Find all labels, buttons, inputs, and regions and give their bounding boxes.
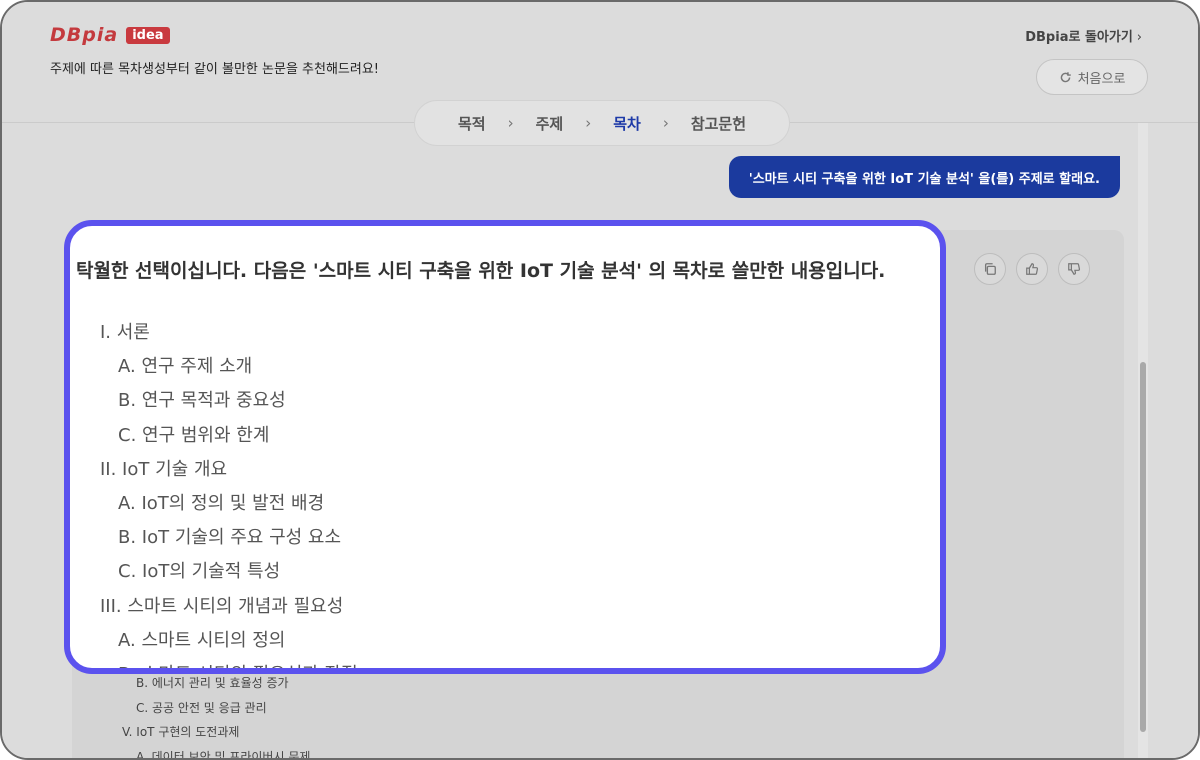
user-message-bubble: '스마트 시티 구축을 위한 IoT 기술 분석' 을(를) 주제로 할래요. [728,156,1120,198]
toc-item: B. IoT 기술의 주요 구성 요소 [118,527,342,549]
toc-item: C. IoT의 기술적 특성 [118,561,281,583]
toc-item: A. 데이터 보안 및 프라이버시 문제 [136,749,311,760]
toc-item: A. IoT의 정의 및 발전 배경 [118,493,325,515]
answer-actions [974,253,1090,285]
back-link-label: DBpia로 돌아가기 [1025,30,1133,45]
refresh-icon [1060,71,1071,82]
step-topic[interactable]: 주제 [536,113,564,134]
chevron-right-icon: › [585,114,592,132]
thumbs-up-icon [1026,263,1039,275]
toc-item: C. 공공 안전 및 응급 관리 [136,700,267,715]
logo[interactable]: DBpia idea [50,24,170,46]
tagline: 주제에 따른 목차생성부터 같이 볼만한 논문을 추천해드려요! [50,62,380,77]
step-purpose[interactable]: 목적 [458,113,486,134]
toc-item: III. 스마트 시티의 개념과 필요성 [100,595,344,617]
copy-button[interactable] [974,253,1006,285]
step-indicator: 목적 › 주제 › 목차 › 참고문헌 [414,100,790,146]
restart-button[interactable]: 처음으로 [1036,59,1148,95]
app-frame: DBpia idea 주제에 따른 목차생성부터 같이 볼만한 논문을 추천해드… [0,0,1200,760]
answer-title: 탁월한 선택이십니다. 다음은 '스마트 시티 구축을 위한 IoT 기술 분석… [76,260,886,282]
toc-item: C. 연구 범위와 한계 [118,424,270,446]
thumbs-down-icon [1068,263,1081,275]
chevron-right-icon: › [507,114,514,132]
chevron-right-icon: › [662,114,669,132]
answer-toc-background: B. 에너지 관리 및 효율성 증가 C. 공공 안전 및 응급 관리 V. I… [122,671,311,760]
step-references[interactable]: 참고문헌 [691,113,746,134]
logo-text: DBpia [50,24,119,46]
copy-icon [984,263,996,275]
scrollbar-thumb[interactable] [1140,362,1146,732]
toc-item: B. 에너지 관리 및 효율성 증가 [136,676,289,690]
toc-item: A. 연구 주제 소개 [118,356,253,378]
toc-item: II. IoT 기술 개요 [100,458,228,480]
restart-label: 처음으로 [1077,71,1126,87]
toc-list: I. 서론 A. 연구 주제 소개 B. 연구 목적과 중요성 C. 연구 범위… [100,316,358,668]
toc-item: A. 스마트 시티의 정의 [118,629,286,651]
toc-item: B. 스마트 시티의 필요성과 장점 [100,658,358,668]
toc-item: I. 서론 [100,322,150,343]
toc-item: V. IoT 구현의 도전과제 [122,725,240,739]
logo-badge: idea [126,26,170,44]
toc-item: B. 연구 목적과 중요성 [118,390,286,412]
like-button[interactable] [1016,253,1048,285]
toc-zoom-overlay: 탁월한 선택이십니다. 다음은 '스마트 시티 구축을 위한 IoT 기술 분석… [64,220,946,674]
chevron-right-icon: › [1136,30,1142,45]
dislike-button[interactable] [1058,253,1090,285]
back-to-dbpia-link[interactable]: DBpia로 돌아가기 › [1025,26,1142,45]
step-toc[interactable]: 목차 [613,113,641,134]
